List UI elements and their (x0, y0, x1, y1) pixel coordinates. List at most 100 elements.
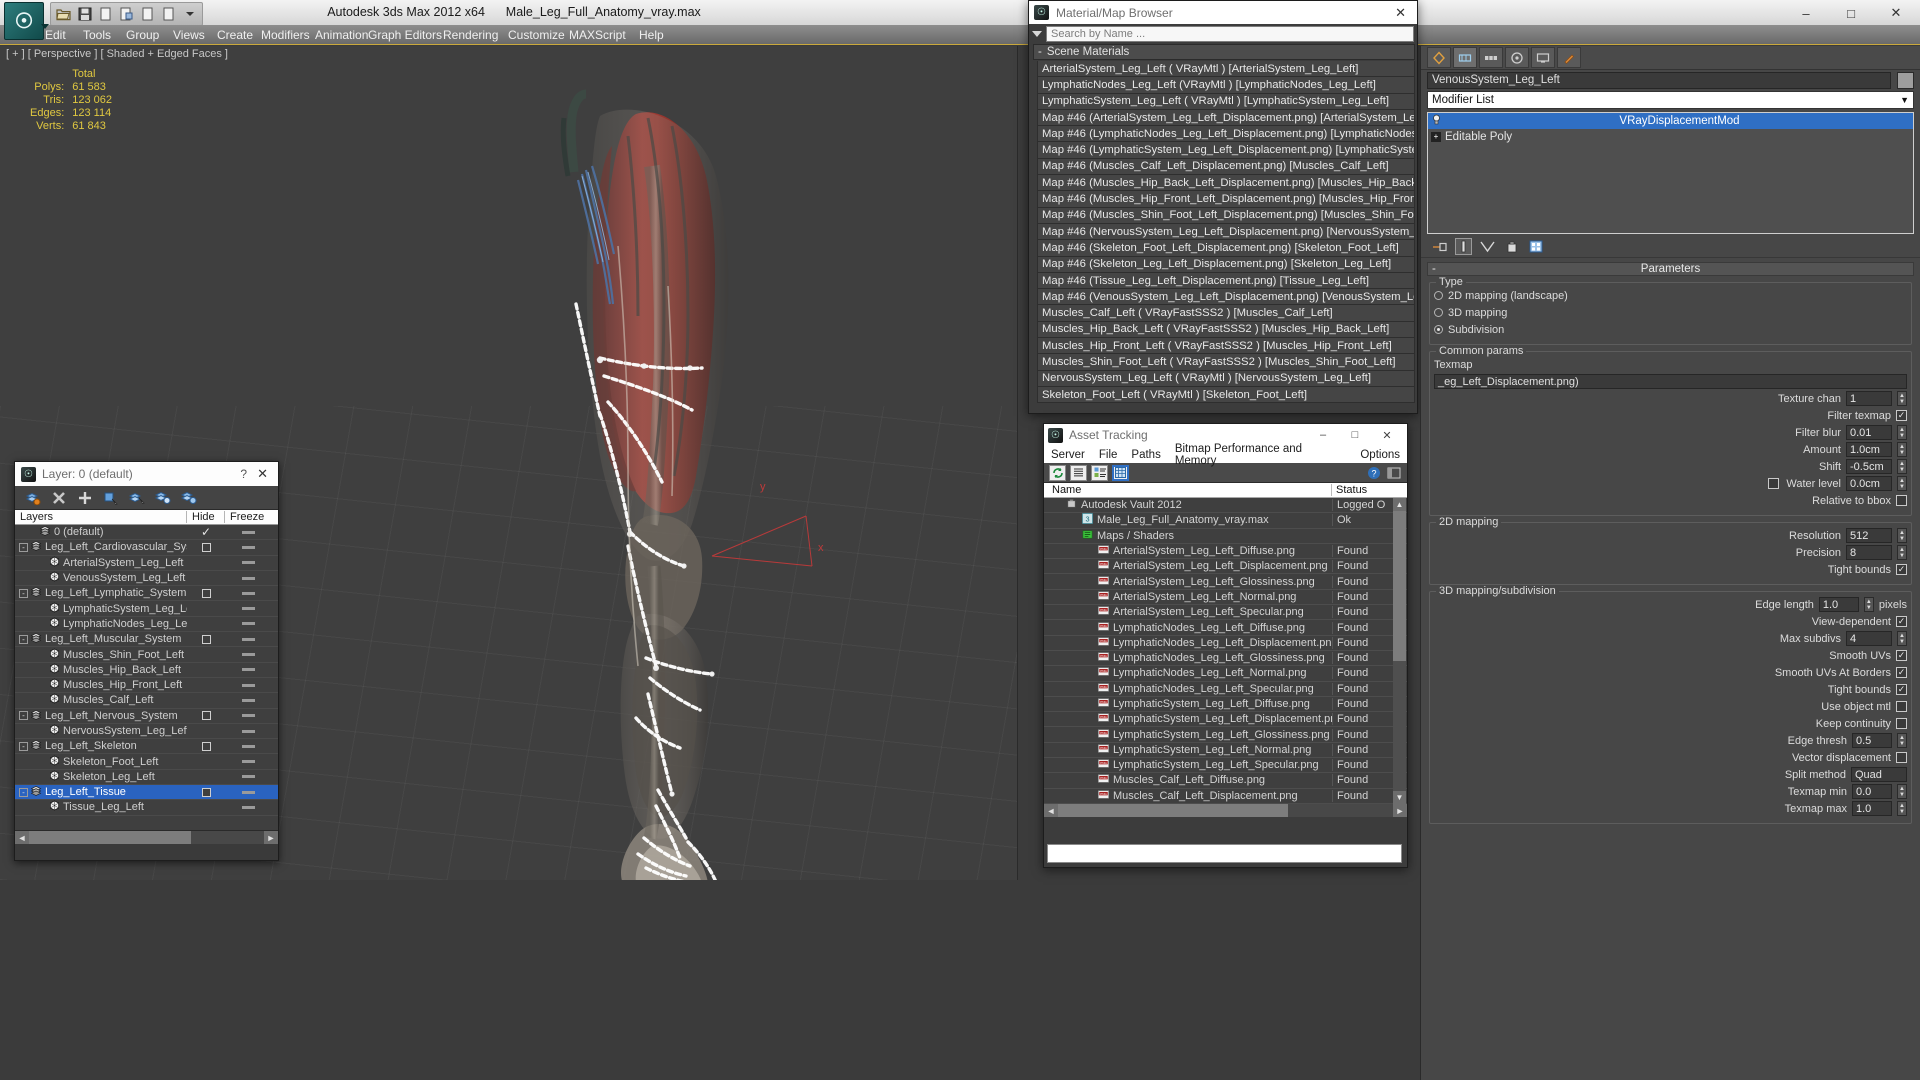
type-option-subdivision[interactable]: Subdivision (1434, 321, 1907, 338)
edge-length-spinner[interactable]: ▲ ▼ (1863, 597, 1874, 612)
layer-hide-cell[interactable] (187, 787, 225, 797)
layer-expander-icon[interactable]: - (19, 741, 28, 751)
asset-row[interactable]: PNG LymphaticNodes_Leg_Left_Normal.png Fou… (1044, 666, 1407, 682)
at-menu-server[interactable]: Server (1044, 449, 1092, 461)
mmb-options-caret-icon[interactable] (1032, 30, 1042, 37)
texmap-max-spinner[interactable]: ▲ ▼ (1897, 801, 1907, 816)
texmap-value-field[interactable]: _eg_Left_Displacement.png) (1434, 374, 1907, 389)
layer-horizontal-scrollbar[interactable]: ◄ ► (15, 830, 278, 844)
texmap-min-spinner[interactable]: ▲ ▼ (1897, 784, 1907, 799)
at-close-button[interactable]: ✕ (1371, 425, 1403, 445)
at-path-field[interactable] (1047, 844, 1402, 863)
asset-row[interactable]: PNG LymphaticSystem_Leg_Left_Displacement… (1044, 712, 1407, 728)
asset-row[interactable]: Autodesk Vault 2012 Logged O (1044, 498, 1407, 514)
filter-blur-spinner[interactable]: ▲ ▼ (1897, 425, 1907, 440)
layer-hide-checkbox[interactable] (201, 588, 211, 598)
layer-row[interactable]: - Leg_Left_Lymphatic_System (15, 586, 278, 602)
layer-freeze-cell[interactable] (225, 576, 271, 580)
mmb-group-toggle-icon[interactable]: - (1038, 46, 1042, 58)
layer-hide-cell[interactable] (187, 741, 225, 751)
remove-modifier-icon[interactable] (1503, 238, 1520, 255)
view-dependent-checkbox[interactable]: ✓ (1896, 616, 1907, 627)
chevron-down-icon[interactable]: ▼ (1900, 95, 1909, 105)
material-list-item[interactable]: Map #46 (Muscles_Calf_Left_Displacement.… (1037, 158, 1415, 176)
layer-hide-checkbox[interactable] (201, 634, 211, 644)
command-panel[interactable]: VenousSystem_Leg_Left Modifier List ▼ VR… (1420, 46, 1920, 1080)
layer-freeze-cell[interactable] (225, 698, 271, 702)
layer-hide-cell[interactable] (187, 711, 225, 721)
menu-graph-editors[interactable]: Graph Editors (363, 27, 447, 43)
material-list-item[interactable]: Muscles_Calf_Left ( VRayFastSSS2 ) [Musc… (1037, 305, 1415, 322)
modifier-stack-item-editable-poly[interactable]: + Editable Poly (1428, 129, 1913, 145)
smooth-uvs-row[interactable]: Smooth UVs ✓ (1434, 647, 1907, 664)
layer-hide-cell[interactable] (187, 588, 225, 598)
menu-edit[interactable]: Edit (40, 27, 71, 43)
at-hscroll-right-icon[interactable]: ► (1393, 804, 1407, 817)
radio-2d-mapping-icon[interactable] (1434, 291, 1443, 300)
layer-dialog-help-button[interactable]: ? (234, 467, 253, 481)
layer-row[interactable]: Tissue_Leg_Left (15, 800, 278, 816)
modifier-stack[interactable]: VRayDisplacementMod + Editable Poly (1427, 112, 1914, 234)
type-option-3d-mapping[interactable]: 3D mapping (1434, 304, 1907, 321)
asset-row[interactable]: PNG LymphaticNodes_Leg_Left_Displacement.… (1044, 636, 1407, 651)
at-scroll-up-icon[interactable]: ▲ (1393, 498, 1406, 511)
layer-freeze-cell[interactable] (225, 653, 271, 657)
layer-row[interactable]: NervousSystem_Leg_Left (15, 724, 278, 740)
material-list-item[interactable]: Map #46 (Muscles_Hip_Back_Left_Displacem… (1037, 175, 1415, 192)
tight-bounds-3d-row[interactable]: Tight bounds ✓ (1434, 681, 1907, 698)
app-logo-icon[interactable]: ☉ (4, 2, 44, 40)
view-dependent-row[interactable]: View-dependent ✓ (1434, 613, 1907, 630)
menu-group[interactable]: Group (121, 27, 164, 43)
layer-hide-checkbox[interactable] (201, 787, 211, 797)
layer-row[interactable]: Skeleton_Foot_Left (15, 754, 278, 770)
menu-create[interactable]: Create (212, 27, 258, 43)
maximize-button[interactable]: □ (1829, 2, 1873, 24)
vector-displacement-row[interactable]: Vector displacement (1434, 749, 1907, 766)
asset-row[interactable]: Maps / Shaders (1044, 529, 1407, 544)
material-list-item[interactable]: Map #46 (Muscles_Hip_Front_Left_Displace… (1037, 191, 1415, 208)
menu-tools[interactable]: Tools (78, 27, 116, 43)
tab-modify[interactable] (1453, 47, 1477, 68)
modifier-list-dropdown[interactable]: Modifier List ▼ (1427, 91, 1914, 109)
relative-bbox-checkbox[interactable] (1896, 495, 1907, 506)
radio-subdivision-icon[interactable] (1434, 325, 1443, 334)
at-grid-view-icon[interactable] (1112, 464, 1129, 481)
layer-scroll-track[interactable] (29, 831, 264, 844)
layer-freeze-cell[interactable] (225, 637, 271, 641)
layer-hide-cell[interactable] (187, 634, 225, 644)
material-list-item[interactable]: Map #46 (Tissue_Leg_Left_Displacement.pn… (1037, 272, 1415, 290)
texture-channel-spinner[interactable]: ▲ ▼ (1897, 391, 1907, 406)
smooth-uvs-borders-checkbox[interactable]: ✓ (1896, 667, 1907, 678)
layer-scroll-right-icon[interactable]: ► (264, 831, 278, 844)
material-list-item[interactable]: LymphaticNodes_Leg_Left (VRayMtl ) [Lymp… (1037, 77, 1415, 94)
asset-row[interactable]: PNG ArterialSystem_Leg_Left_Displacement.… (1044, 559, 1407, 575)
max-subdivs-spinner[interactable]: ▲ ▼ (1897, 631, 1907, 646)
app-menu-caret-icon[interactable] (41, 24, 49, 29)
material-list-item[interactable]: Skeleton_Foot_Left ( VRayMtl ) [Skeleton… (1037, 386, 1415, 404)
asset-row[interactable]: PNG LymphaticNodes_Leg_Left_Specular.png F… (1044, 682, 1407, 697)
layer-freeze-cell[interactable] (225, 714, 271, 718)
resolution-spinner[interactable]: ▲ ▼ (1897, 528, 1907, 543)
layer-freeze-cell[interactable] (225, 790, 271, 794)
menu-rendering[interactable]: Rendering (438, 27, 503, 43)
water-level-value[interactable]: 0.0cm (1846, 476, 1892, 491)
material-list-item[interactable]: Muscles_Hip_Front_Left ( VRayFastSSS2 ) … (1037, 338, 1415, 355)
resolution-value[interactable]: 512 (1846, 528, 1892, 543)
layer-row[interactable]: - Leg_Left_Skeleton (15, 739, 278, 755)
menu-maxscript[interactable]: MAXScript (564, 27, 631, 43)
at-refresh-icon[interactable] (1049, 464, 1066, 481)
asset-row[interactable]: PNG Muscles_Calf_Left_Diffuse.png Found (1044, 773, 1407, 789)
texture-channel-value[interactable]: 1 (1846, 391, 1892, 406)
tight-bounds-2d-row[interactable]: Tight bounds ✓ (1434, 561, 1907, 578)
new-file-icon[interactable] (96, 5, 115, 24)
at-details-view-icon[interactable] (1091, 464, 1108, 481)
keep-continuity-row[interactable]: Keep continuity (1434, 715, 1907, 732)
asset-row[interactable]: PNG ArterialSystem_Leg_Left_Diffuse.png Fo… (1044, 544, 1407, 560)
asset-row[interactable]: 3 Male_Leg_Full_Anatomy_vray.max Ok (1044, 513, 1407, 529)
edge-thresh-spinner[interactable]: ▲ ▼ (1897, 733, 1907, 748)
layer-expander-icon[interactable]: - (19, 787, 28, 797)
asset-row[interactable]: PNG LymphaticSystem_Leg_Left_Normal.png Fo… (1044, 743, 1407, 759)
water-level-checkbox[interactable] (1768, 478, 1780, 489)
layer-row[interactable]: Muscles_Shin_Foot_Left (15, 647, 278, 663)
material-list-item[interactable]: Muscles_Shin_Foot_Left ( VRayFastSSS2 ) … (1037, 354, 1415, 371)
